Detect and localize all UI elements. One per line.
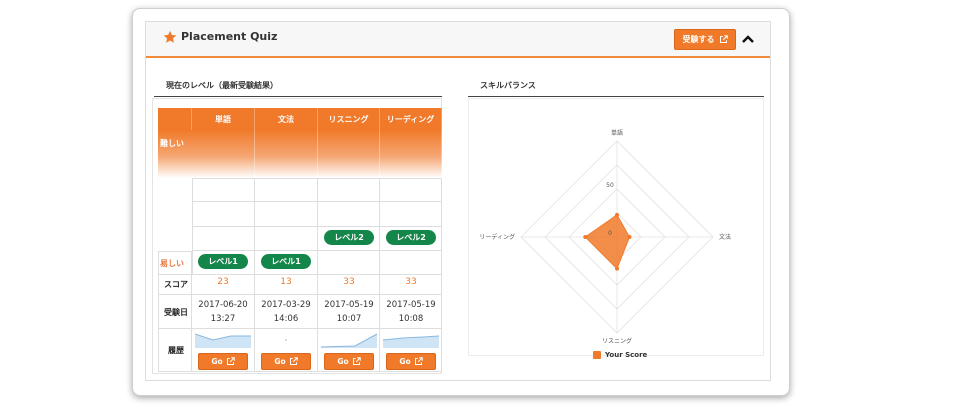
chevron-up-icon[interactable] [740,31,756,47]
date-vocab-time: 13:27 [210,314,236,324]
date-reading-day: 2017-05-19 [386,300,436,310]
legend-swatch [593,351,601,359]
radar-point-2 [615,266,619,271]
radar-point-0 [615,212,619,217]
grid-cell [255,202,318,227]
history-row-label: 履歴 [168,346,184,355]
go-button-listening[interactable]: Go [324,353,374,370]
external-link-icon [226,357,235,365]
date-vocab: 2017-06-20 13:27 [192,298,254,326]
grid-cell [380,202,442,227]
skill-section-divider [468,96,764,97]
level-badge-vocab: レベル1 [198,254,248,269]
grid-cell [192,178,255,202]
grid-cell [380,130,442,178]
radar-axis-label-vocab: 単語 [611,129,623,137]
radar-tick-50: 50 [606,182,614,189]
external-link-icon [414,357,423,365]
skill-balance-box: 単語 文法 リスニング リーディング 0 50 Your Score [468,98,764,359]
column-header-reading: リーディング [380,108,442,130]
level-badge-grammar: レベル1 [261,254,311,269]
hard-label: 難しい [160,139,184,148]
grid-cell [192,202,255,227]
score-grammar: 13 [280,277,292,287]
radar-series-area [584,214,631,270]
go-button-reading[interactable]: Go [386,353,436,370]
history-sparkline-listening [321,333,377,348]
easy-label: 易しい [160,259,184,268]
panel-title: Placement Quiz [181,30,278,43]
star-icon [163,30,177,43]
level-badge-listening: レベル2 [324,230,374,245]
panel-header: Placement Quiz 受験する [146,22,770,58]
radar-tick-0: 0 [608,230,612,237]
history-sparkline-grammar [285,339,287,341]
header-corner [158,108,192,130]
radar-axis-label-listening: リスニング [602,337,632,345]
column-header-vocab: 単語 [192,108,255,130]
radar-point-3 [583,235,588,239]
go-label: Go [274,357,286,366]
score-row-label: スコア [164,280,188,289]
score-reading: 33 [405,277,417,287]
grid-cell [255,178,318,202]
date-reading: 2017-05-19 10:08 [380,298,442,326]
history-sparkline-vocab [195,333,251,348]
grid-cell [192,130,255,178]
level-grid: 単語 文法 リスニング リーディング 難しい 易しい レベル1 レベル1 レベル… [158,108,442,372]
take-quiz-label: 受験する [682,35,715,44]
grid-cell [318,178,380,202]
date-listening: 2017-05-19 10:07 [318,298,380,326]
external-link-icon [289,357,298,365]
go-label: Go [337,357,349,366]
level-section-divider [154,96,442,97]
grid-cell [380,178,442,202]
go-button-grammar[interactable]: Go [261,353,311,370]
radar-point-1 [627,235,632,239]
radar-axis-label-reading: リーディング [479,233,515,241]
date-grammar: 2017-03-29 14:06 [255,298,317,326]
date-grammar-day: 2017-03-29 [261,300,311,310]
external-link-icon [719,35,728,43]
radar-axis-label-grammar: 文法 [719,233,731,241]
grid-cell [192,227,255,251]
go-label: Go [211,357,223,366]
level-badge-reading: レベル2 [386,230,436,245]
go-button-vocab[interactable]: Go [198,353,248,370]
score-vocab: 23 [217,277,229,287]
skill-radar-chart: 単語 文法 リスニング リーディング 0 50 [479,129,731,345]
legend-label: Your Score [605,351,648,359]
grid-cell [255,130,318,178]
score-listening: 33 [343,277,355,287]
grid-cell [318,202,380,227]
grid-cell [318,130,380,178]
placement-quiz-panel: Placement Quiz 受験する 現在のレベル（最新受験結果） スキルバラ… [145,21,771,381]
grid-cell [318,251,380,275]
chart-legend: Your Score [593,351,647,359]
date-listening-time: 10:07 [336,314,362,324]
date-listening-day: 2017-05-19 [324,300,374,310]
date-vocab-day: 2017-06-20 [198,300,248,310]
date-row-label: 受験日 [164,308,188,317]
grid-cell [255,227,318,251]
date-reading-time: 10:08 [398,314,424,324]
column-header-listening: リスニング [318,108,380,130]
level-section-title: 現在のレベル（最新受験結果） [166,81,278,90]
external-link-icon [352,357,361,365]
grid-cell [380,251,442,275]
column-header-grammar: 文法 [255,108,318,130]
skill-section-title: スキルバランス [480,81,536,90]
date-grammar-time: 14:06 [273,314,299,324]
card: Placement Quiz 受験する 現在のレベル（最新受験結果） スキルバラ… [132,8,790,396]
take-quiz-button[interactable]: 受験する [674,29,736,50]
go-label: Go [399,357,411,366]
history-sparkline-reading [383,335,439,348]
